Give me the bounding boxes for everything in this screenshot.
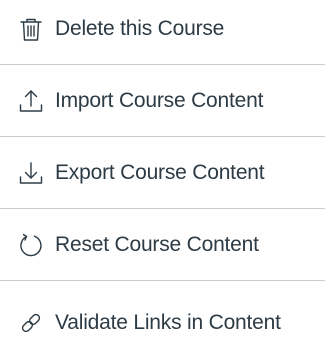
delete-course-link[interactable]: Delete this Course — [0, 0, 325, 64]
course-settings-menu: Delete this Course Import Course Content… — [0, 0, 325, 349]
import-course-content-label: Import Course Content — [55, 89, 264, 112]
divider — [0, 136, 325, 137]
link-icon — [18, 310, 44, 336]
import-course-content-link[interactable]: Import Course Content — [0, 66, 325, 136]
divider — [0, 64, 325, 65]
reset-course-content-label: Reset Course Content — [55, 233, 259, 256]
delete-course-label: Delete this Course — [55, 17, 225, 40]
reset-icon — [18, 232, 44, 258]
export-course-content-label: Export Course Content — [55, 161, 265, 184]
upload-icon — [18, 88, 44, 114]
validate-links-label: Validate Links in Content — [55, 311, 281, 334]
divider — [0, 208, 325, 209]
validate-links-link[interactable]: Validate Links in Content — [0, 288, 325, 358]
download-icon — [18, 160, 44, 186]
trash-icon — [18, 16, 44, 42]
reset-course-content-link[interactable]: Reset Course Content — [0, 210, 325, 280]
divider — [0, 280, 325, 281]
export-course-content-link[interactable]: Export Course Content — [0, 138, 325, 208]
